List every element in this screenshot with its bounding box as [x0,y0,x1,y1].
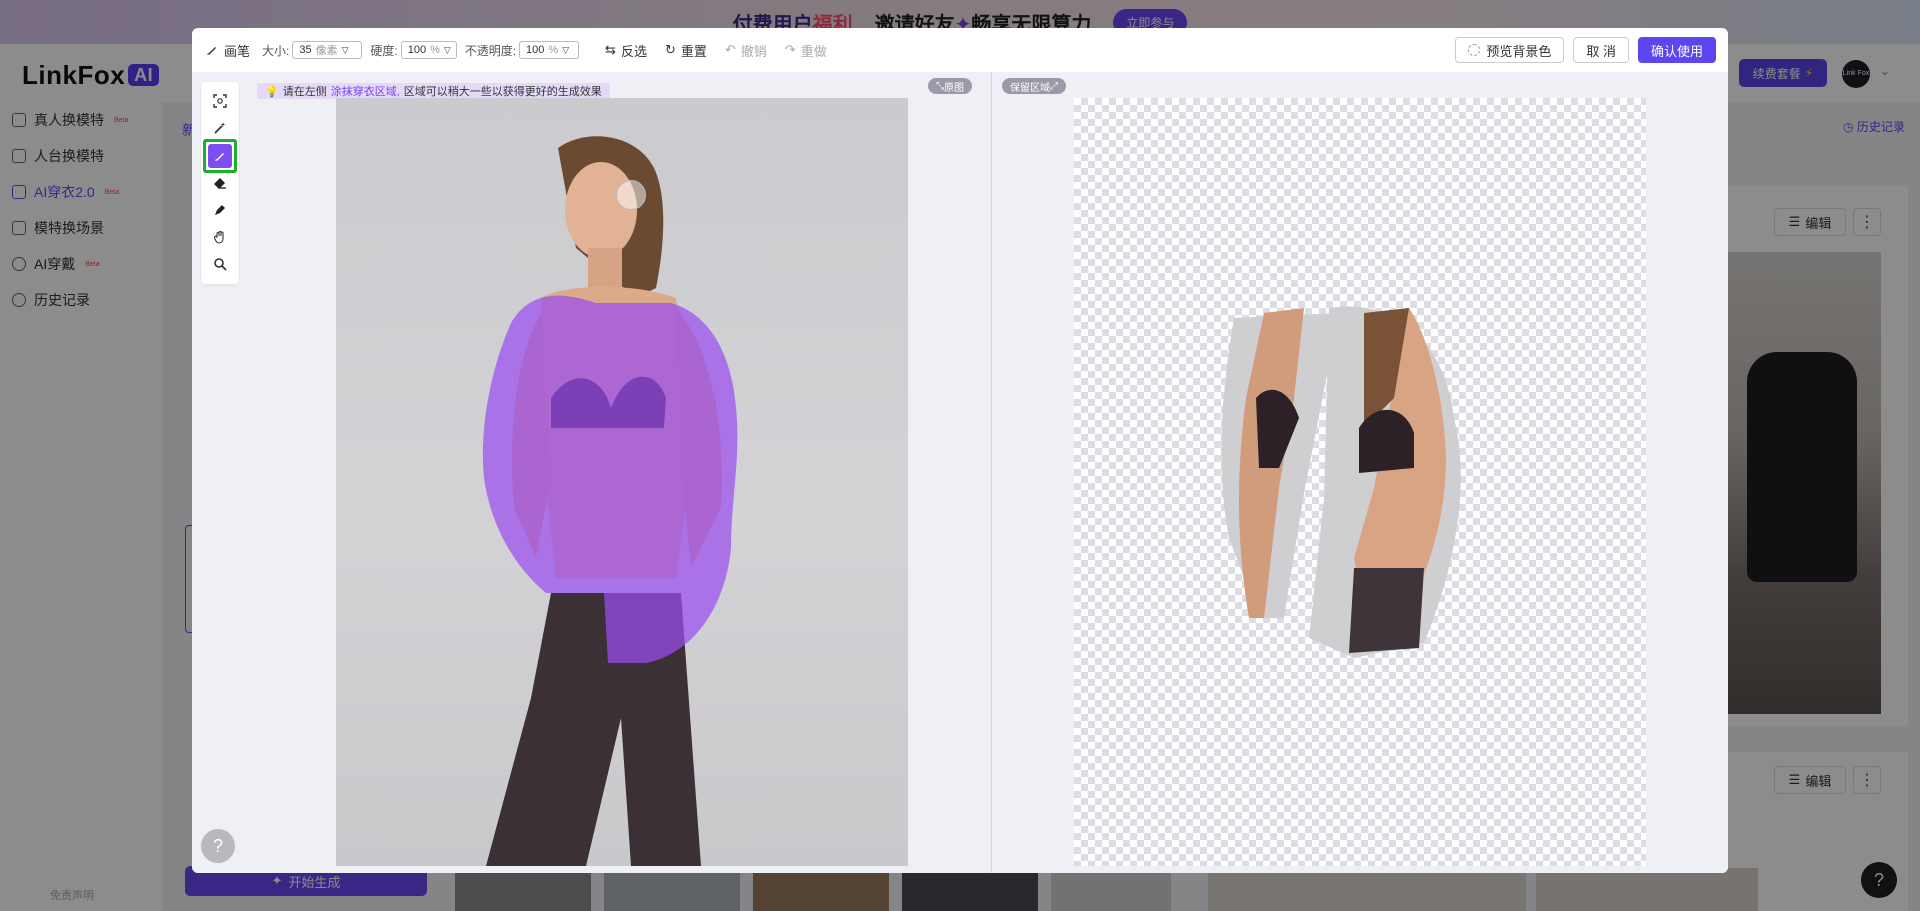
brush-icon [208,144,232,168]
editor-workspace: 💡 请在左侧 涂抹穿衣区域, 区域可以稍大一些以获得更好的生成效果 ⤡ 原图 保留区… [192,72,1728,873]
hint-banner: 💡 请在左侧 涂抹穿衣区域, 区域可以稍大一些以获得更好的生成效果 [257,83,610,99]
hardness-label: 硬度: [370,43,398,58]
brush-cursor [616,180,646,210]
hand-icon[interactable] [208,225,232,249]
brush-editor-modal: 画笔 大小: 35 像素 ▽ 硬度: 100% ▽ 不透明度: 100% ▽ ⇆ 反选 ↻… [192,28,1728,873]
current-tool-label: 画笔 [206,41,250,60]
preview-background-button[interactable]: 预览背景色 [1455,37,1565,63]
keep-area-tag[interactable]: 保留区域 ⤢ [1002,78,1066,94]
confirm-button[interactable]: 确认使用 [1637,37,1716,63]
size-select[interactable]: 35 像素 ▽ [292,41,363,59]
original-photo-canvas[interactable] [336,98,908,866]
eraser-icon[interactable] [208,171,232,195]
split-divider [991,72,992,873]
chevron-down-icon: ▽ [341,44,349,55]
collapse-icon: ⤢ [1050,80,1058,92]
swap-icon: ⇆ [605,42,616,57]
pen-icon[interactable] [208,198,232,222]
keep-area-preview [1074,98,1646,866]
original-image-tag[interactable]: ⤡ 原图 [928,78,972,94]
size-label: 大小: [262,43,290,58]
select-subject-icon[interactable] [208,89,232,113]
cancel-button[interactable]: 取 消 [1573,37,1629,63]
tool-palette [201,82,239,284]
editor-toolbar: 画笔 大小: 35 像素 ▽ 硬度: 100% ▽ 不透明度: 100% ▽ ⇆ 反选 ↻… [192,28,1728,72]
reset-button[interactable]: ↻ 重置 [665,41,707,60]
chevron-down-icon: ▽ [443,44,451,55]
invert-button[interactable]: ⇆ 反选 [605,41,647,60]
cutout-preview [1221,306,1461,658]
undo-icon: ↶ [724,42,736,57]
refresh-icon: ↻ [664,42,676,57]
redo-button[interactable]: ↷ 重做 [785,41,827,60]
opacity-label: 不透明度: [464,43,517,58]
chevron-down-icon: ▽ [562,44,570,55]
magic-wand-icon[interactable] [208,116,232,140]
opacity-select[interactable]: 100% ▽ [519,41,580,59]
palette-icon [1468,44,1481,56]
redo-icon: ↷ [784,42,796,57]
brush-icon [207,47,216,55]
undo-button[interactable]: ↶ 撤销 [725,41,767,60]
lightbulb-icon: 💡 [265,85,279,98]
zoom-icon[interactable] [208,252,232,276]
expand-icon: ⤡ [936,80,944,92]
brush-tool-active[interactable] [203,139,237,173]
help-button[interactable]: ? [201,829,235,863]
model-photo [482,136,738,866]
hardness-select[interactable]: 100% ▽ [400,41,457,59]
